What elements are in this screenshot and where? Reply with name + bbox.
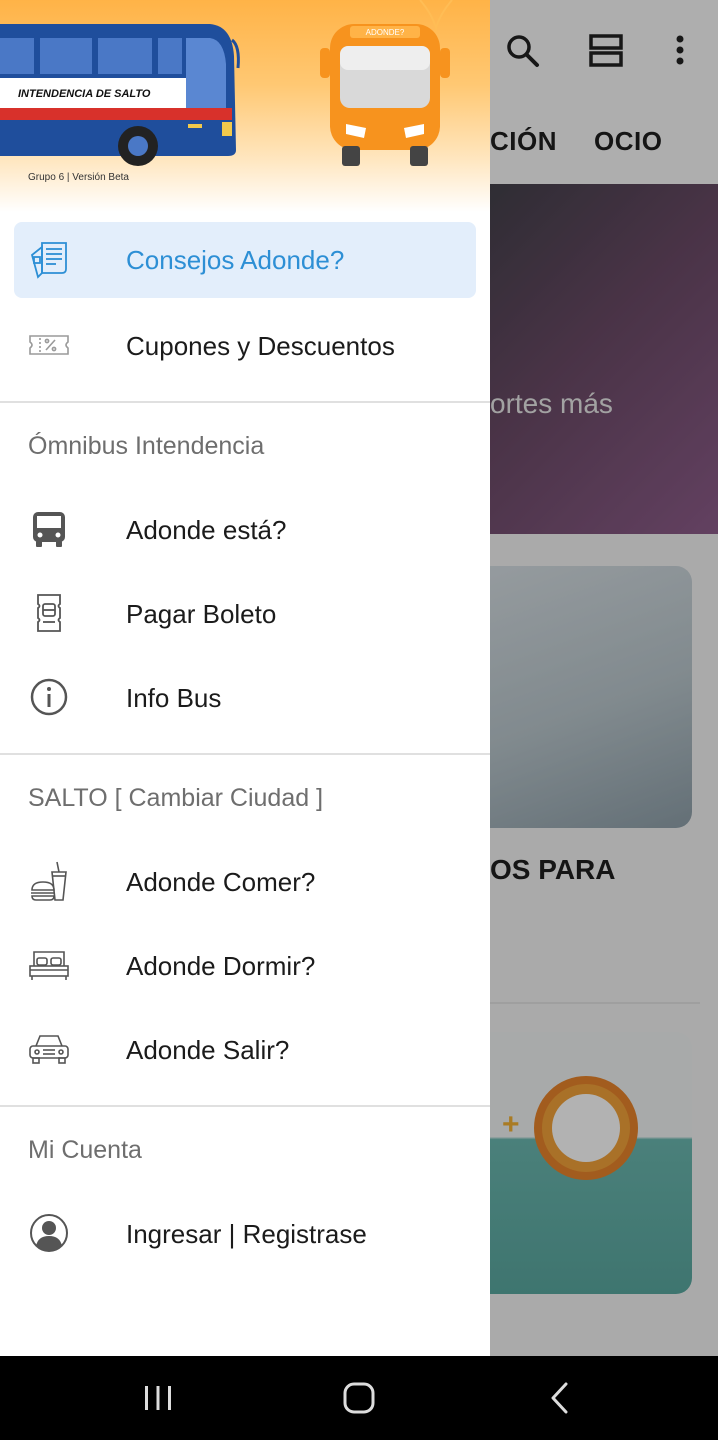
menu-item-label: Ingresar | Registrase [126,1219,367,1249]
home-icon[interactable] [339,1378,379,1418]
menu-item-info-bus[interactable]: Info Bus [0,656,490,740]
section-title-omnibus: Ómnibus Intendencia [28,432,265,460]
section-title-account: Mi Cuenta [28,1136,142,1164]
menu-item-cupones[interactable]: Cupones y Descuentos [0,304,490,388]
menu-item-label: Adonde Dormir? [126,951,316,981]
menu-item-label: Adonde está? [126,515,287,545]
menu-item-label: Cupones y Descuentos [126,331,395,361]
fast-food-icon [31,861,67,901]
menu-item-adonde-salir[interactable]: Adonde Salir? [0,1008,490,1092]
menu-item-label: Consejos Adonde? [126,245,345,275]
menu-item-label: Adonde Salir? [126,1035,290,1065]
menu-item-adonde-dormir[interactable]: Adonde Dormir? [0,924,490,1008]
menu-item-ingresar[interactable]: Ingresar | Registrase [0,1192,490,1276]
menu-item-pagar-boleto[interactable]: Pagar Boleto [0,572,490,656]
car-icon [29,1035,69,1064]
logo-sign-text: ADONDE? [366,28,405,37]
menu-item-adonde-esta[interactable]: Adonde está? [0,488,490,572]
version-caption: Grupo 6 | Versión Beta [28,172,129,183]
bus-sign-text: INTENDENCIA DE SALTO [18,88,151,100]
section-title-city[interactable]: SALTO [ Cambiar Ciudad ] [28,784,323,813]
menu-item-label: Adonde Comer? [126,867,316,897]
divider [0,753,490,755]
menu-item-adonde-comer[interactable]: Adonde Comer? [0,840,490,924]
coupon-icon [29,335,69,355]
info-icon [30,678,68,716]
bus-illustration: INTENDENCIA DE SALTO [0,24,240,166]
menu-item-label: Info Bus [126,683,222,713]
menu-item-consejos[interactable]: Consejos Adonde? [14,222,476,298]
navigation-drawer: INTENDENCIA DE SALTO ADONDE? Grupo 6 | V… [0,0,490,1356]
account-icon [30,1214,68,1252]
adonde-logo: ADONDE? [320,0,453,166]
drawer-header: INTENDENCIA DE SALTO ADONDE? Grupo 6 | V… [0,0,490,212]
system-navigation-bar [0,1356,718,1440]
recent-apps-icon[interactable] [138,1378,178,1418]
ticket-icon [37,594,61,632]
divider [0,401,490,403]
bus-icon [33,512,65,547]
menu-item-label: Pagar Boleto [126,599,277,629]
newspaper-icon [30,242,67,279]
bed-icon [29,951,69,980]
back-icon[interactable] [540,1378,580,1418]
divider [0,1105,490,1107]
